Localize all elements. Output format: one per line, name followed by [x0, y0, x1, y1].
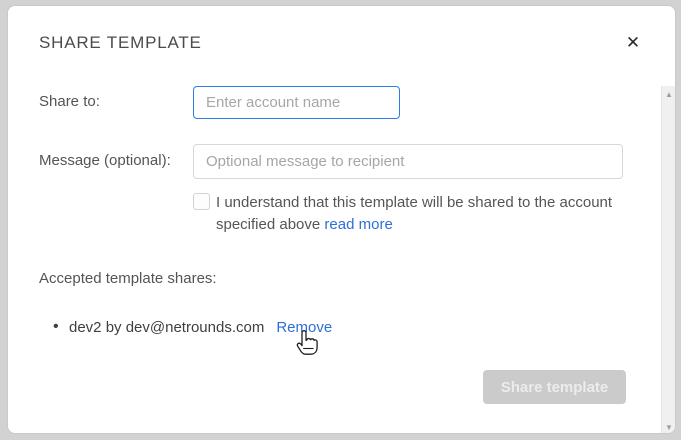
share-to-input[interactable] — [193, 86, 400, 119]
close-icon[interactable]: ✕ — [620, 30, 646, 56]
scrollbar[interactable]: ▲ ▼ — [661, 86, 676, 433]
remove-link[interactable]: Remove — [276, 319, 332, 336]
accepted-shares-list: dev2 by dev@netrounds.com Remove — [51, 318, 332, 336]
share-item-text: dev2 by dev@netrounds.com — [69, 319, 265, 336]
read-more-link[interactable]: read more — [324, 216, 392, 233]
consent-checkbox[interactable] — [193, 193, 210, 210]
message-label: Message (optional): — [39, 152, 171, 169]
consent-text: I understand that this template will be … — [216, 192, 640, 236]
scrollbar-up-icon[interactable]: ▲ — [662, 86, 676, 102]
message-input[interactable] — [193, 144, 623, 179]
share-to-label: Share to: — [39, 93, 100, 110]
consent-text-body: I understand that this template will be … — [216, 194, 613, 233]
scrollbar-down-icon[interactable]: ▼ — [662, 419, 676, 433]
list-item: dev2 by dev@netrounds.com Remove — [51, 318, 332, 336]
share-template-button[interactable]: Share template — [483, 370, 626, 404]
share-template-dialog: SHARE TEMPLATE ✕ Share to: Message (opti… — [7, 5, 676, 434]
accepted-shares-heading: Accepted template shares: — [39, 270, 217, 287]
dialog-title: SHARE TEMPLATE — [39, 33, 202, 52]
